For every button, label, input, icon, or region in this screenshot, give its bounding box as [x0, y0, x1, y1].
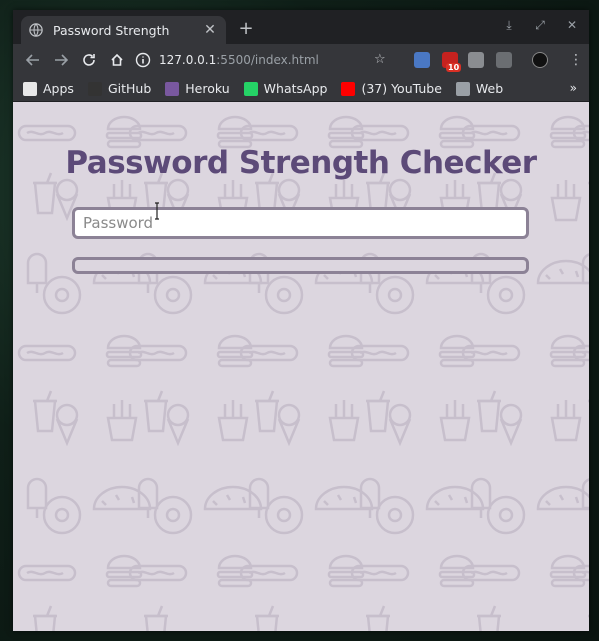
minimize-icon[interactable]: ⤓	[499, 18, 519, 33]
whatsapp-icon	[243, 81, 258, 96]
folder-icon	[455, 81, 470, 96]
strength-meter	[72, 257, 529, 274]
home-icon	[111, 53, 123, 66]
apps-grid-icon	[23, 81, 37, 96]
github-icon	[87, 81, 102, 96]
url-host: 127.0.0.1	[159, 53, 217, 67]
gmail-badge: 10	[446, 63, 462, 72]
bookmark-label: WhatsApp	[263, 81, 328, 96]
youtube-icon	[341, 81, 356, 96]
bookmark-web[interactable]: Web	[455, 81, 504, 96]
bookmark-label: Heroku	[185, 81, 230, 96]
address-bar[interactable]: 127.0.0.1:5500/index.html	[125, 47, 405, 73]
window-close-icon[interactable]: ✕	[562, 18, 582, 32]
page-title: Password Strength Checker	[65, 145, 537, 181]
password-input[interactable]	[72, 207, 529, 239]
globe-icon	[29, 23, 43, 37]
browser-window: Password Strength ✕ + ⤓ ⤢ ✕ 127.0.0.1:55…	[13, 10, 589, 631]
maximize-icon[interactable]: ⤢	[530, 18, 550, 33]
forward-button[interactable]	[47, 46, 75, 74]
bookmark-github[interactable]: GitHub	[87, 81, 152, 96]
back-button[interactable]	[19, 46, 47, 74]
bookmark-label: (37) YouTube	[361, 81, 442, 96]
new-tab-button[interactable]: +	[235, 18, 257, 39]
bookmark-heroku[interactable]: Heroku	[165, 81, 230, 96]
reload-button[interactable]	[75, 46, 103, 74]
reload-icon	[83, 54, 95, 66]
bookmark-star-icon[interactable]: ☆	[374, 52, 386, 67]
tab-bar: Password Strength ✕ + ⤓ ⤢ ✕	[13, 10, 589, 44]
bookmarks-overflow-button[interactable]: »	[570, 81, 577, 95]
url-path: :5500/index.html	[216, 53, 319, 67]
browser-toolbar: 127.0.0.1:5500/index.html ☆ 10 ⋮	[13, 44, 589, 76]
tab-password-strength[interactable]: Password Strength ✕	[21, 16, 226, 44]
tab-title: Password Strength	[53, 22, 170, 38]
forward-arrow-icon	[55, 54, 68, 66]
back-arrow-icon	[26, 54, 39, 66]
save-extension-icon[interactable]	[496, 52, 512, 68]
bookmark-37-youtube[interactable]: (37) YouTube	[341, 81, 442, 96]
page-content: Password Strength Checker	[13, 103, 589, 631]
translate-extension-icon[interactable]	[414, 52, 430, 68]
tab-close-icon[interactable]: ✕	[202, 22, 218, 38]
bookmarks-bar: Apps GitHub Heroku WhatsApp (37) YouTube Web »	[13, 76, 589, 102]
avatar[interactable]	[532, 52, 548, 68]
menu-kebab-icon[interactable]: ⋮	[569, 52, 583, 68]
info-icon[interactable]	[135, 52, 151, 68]
bookmark-whatsapp[interactable]: WhatsApp	[243, 81, 328, 96]
bookmark-label: GitHub	[107, 81, 152, 96]
food-pattern-background	[17, 115, 589, 631]
heroku-icon	[165, 81, 180, 96]
extension-icon[interactable]	[468, 52, 484, 68]
bookmark-label: Apps	[43, 81, 74, 96]
bookmark-label: Web	[475, 81, 504, 96]
text-cursor-icon	[155, 202, 159, 220]
bookmark-apps[interactable]: Apps	[23, 81, 74, 96]
